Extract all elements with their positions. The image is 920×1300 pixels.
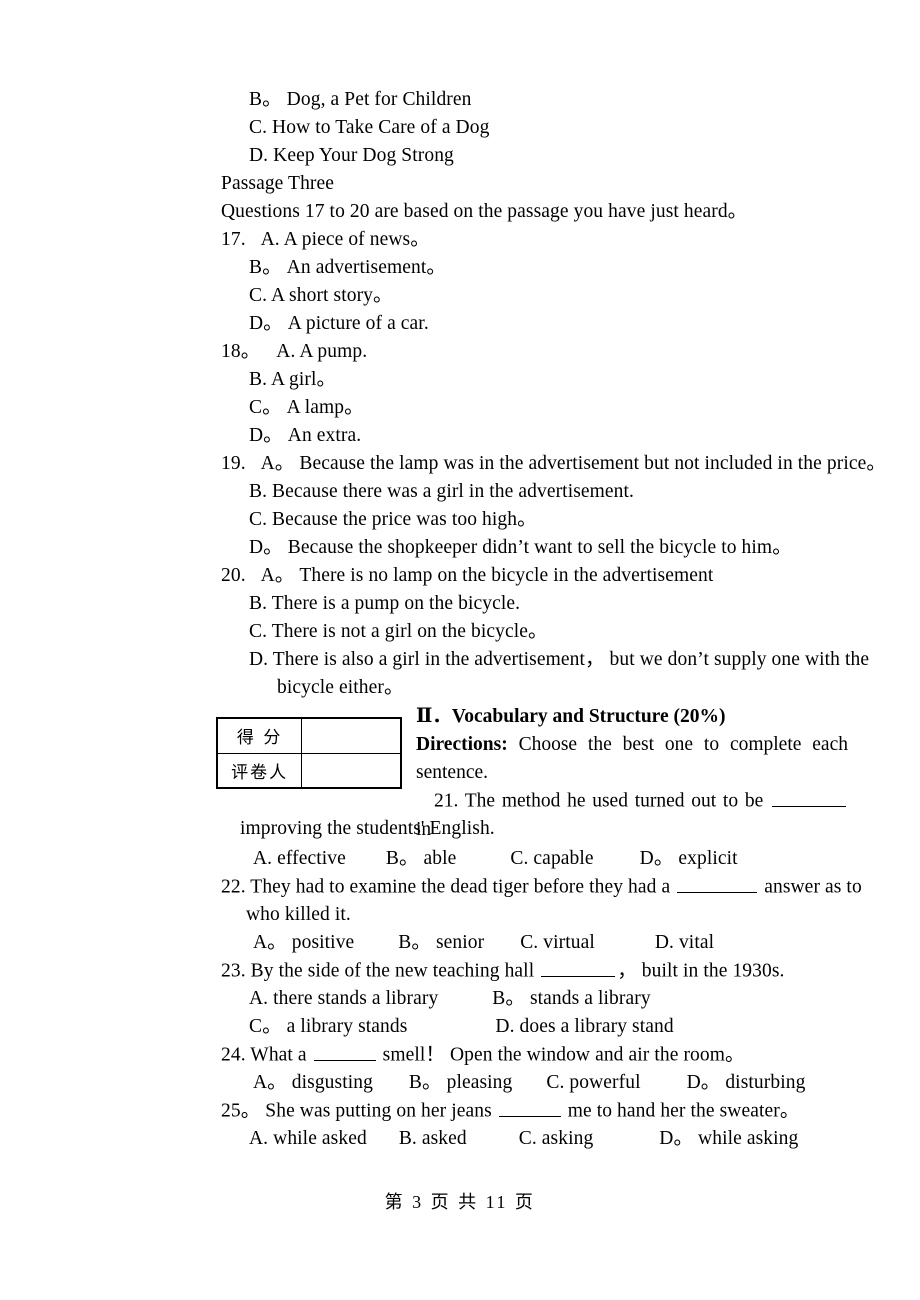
question-22-stem-wrap: who killed it. [246,904,351,925]
score-value-cell[interactable] [301,718,401,754]
question-18-option-c: C。 A lamp。 [249,397,364,418]
question-21-option-a: A. effective [253,848,346,869]
question-20-option-c: C. There is not a girl on the bicycle。 [249,621,548,642]
question-25-stem: 25。 She was putting on her jeans me to h… [221,1097,799,1126]
question-17-option-a: A. A piece of news。 [260,229,430,250]
question-23-stem-before: By the side of the new teaching hall [245,960,540,982]
question-18-option-a: A. A pump. [276,341,368,362]
directions-label: Directions: [416,734,508,755]
question-21-stem-wrap: improving the students' English. [240,818,495,839]
question-18-option-d: D。 An extra. [249,425,362,446]
question-23-option-b: B。 stands a library [492,988,651,1009]
question-24-blank[interactable] [313,1041,376,1061]
question-19-option-c: C. Because the price was too high。 [249,509,537,530]
question-19-option-b: B. Because there was a girl in the adver… [249,481,635,502]
question-18-number-and-option-a: 18。 A. A pump. [221,338,367,366]
grader-value-cell[interactable] [301,752,401,788]
passage-three-instruction: Questions 17 to 20 are based on the pass… [221,201,748,222]
question-19-option-a: A。 Because the lamp was in the advertise… [260,453,886,474]
question-22-stem-before: They had to examine the dead tiger befor… [245,876,676,898]
question-25-option-d: D。 while asking [659,1128,799,1149]
score-table-row-score: 得 分 [216,718,401,754]
question-24-stem-after: smell！ Open the window and air the room。 [377,1044,745,1066]
question-19-option-d: D。 Because the shopkeeper didn’t want to… [249,537,792,558]
question-17-number: 17. [221,229,246,250]
listening-option-c: C. How to Take Care of a Dog [249,117,490,138]
score-table: 得 分 评卷人 [216,717,402,789]
listening-option-d: D. Keep Your Dog Strong [249,145,454,166]
question-24-option-b: B。 pleasing [408,1072,513,1093]
question-22-options: A。 positive B。 senior C. virtual D. vita… [253,929,714,957]
question-23-options-row2: C。 a library stands D. does a library st… [249,1013,674,1041]
question-25-blank[interactable] [498,1097,561,1117]
question-25-number: 25。 [221,1100,261,1122]
question-24-option-c: C. powerful [546,1072,641,1093]
question-20-option-b: B. There is a pump on the bicycle. [249,593,521,614]
page-footer: 第 3 页 共 11 页 [0,1188,920,1214]
question-20-option-d-wrap: bicycle either。 [277,677,404,698]
question-22-number: 22. [221,876,246,898]
page-number-text: 第 3 页 共 11 页 [384,1192,536,1212]
score-table-row-grader: 评卷人 [216,752,401,788]
question-24-options: A。 disgusting B。 pleasing C. powerful D。… [253,1069,805,1097]
question-25-stem-before: She was putting on her jeans [260,1100,497,1122]
question-21-options: A. effective B。 able C. capable D。 expli… [253,845,738,873]
section-two-directions: Directions: Choose the best one to compl… [416,731,848,787]
question-20-option-a: A。 There is no lamp on the bicycle in th… [260,565,714,586]
question-18-option-b: B. A girl。 [249,369,337,390]
passage-three-label: Passage Three [221,173,335,194]
exam-page: B。 Dog, a Pet for Children C. How to Tak… [0,0,920,1300]
listening-option-b: B。 Dog, a Pet for Children [249,89,472,110]
score-label: 得 分 [216,718,303,754]
section-two-heading: Ⅱ．Vocabulary and Structure (20%) [416,706,726,727]
question-23-stem-after: ， built in the 1930s. [617,960,785,982]
question-22-stem: 22. They had to examine the dead tiger b… [221,873,862,902]
question-24-stem: 24. What a smell！ Open the window and ai… [221,1041,745,1070]
question-21-number: 21. [434,790,459,812]
question-25-option-c: C. asking [518,1128,594,1149]
question-22-option-a: A。 positive [253,932,355,953]
question-17-option-b: B。 An advertisement。 [249,257,446,278]
question-18-number: 18。 [221,341,261,362]
question-20-number: 20. [221,565,246,586]
question-20-number-and-option-a: 20. A。 There is no lamp on the bicycle i… [221,562,713,590]
question-24-option-a: A。 disgusting [253,1072,373,1093]
question-21-blank[interactable] [772,787,846,807]
question-24-option-d: D。 disturbing [686,1072,806,1093]
question-17-option-c: C. A short story。 [249,285,393,306]
question-24-stem-before: What a [245,1044,312,1066]
question-25-stem-after: me to hand her the sweater。 [562,1100,800,1122]
question-25-options: A. while asked B. asked C. asking D。 whi… [249,1125,798,1153]
question-23-blank[interactable] [541,957,616,977]
question-25-option-a: A. while asked [249,1128,367,1149]
question-22-option-c: C. virtual [520,932,595,953]
question-23-number: 23. [221,960,246,982]
question-22-stem-after: answer as to [759,876,862,898]
question-24-number: 24. [221,1044,246,1066]
question-19-number-and-option-a: 19. A。 Because the lamp was in the adver… [221,450,886,478]
question-23-option-d: D. does a library stand [495,1016,674,1037]
question-22-blank[interactable] [677,873,758,893]
question-22-option-b: B。 senior [398,932,485,953]
question-23-option-c: C。 a library stands [249,1016,408,1037]
question-23-option-a: A. there stands a library [249,988,439,1009]
question-21-option-d: D。 explicit [639,848,738,869]
question-21-option-b: B。 able [385,848,457,869]
question-17-number-and-option-a: 17. A. A piece of news。 [221,226,430,254]
question-21-option-c: C. capable [510,848,594,869]
question-20-option-d: D. There is also a girl in the advertise… [249,649,870,670]
question-23-stem: 23. By the side of the new teaching hall… [221,957,785,986]
grader-label: 评卷人 [216,752,303,788]
question-22-option-d: D. vital [654,932,715,953]
question-19-number: 19. [221,453,246,474]
question-17-option-d: D。 A picture of a car. [249,313,429,334]
question-25-option-b: B. asked [398,1128,467,1149]
question-21-stem-before: The method he used turned out to be [458,790,770,812]
question-23-options-row1: A. there stands a library B。 stands a li… [249,985,651,1013]
